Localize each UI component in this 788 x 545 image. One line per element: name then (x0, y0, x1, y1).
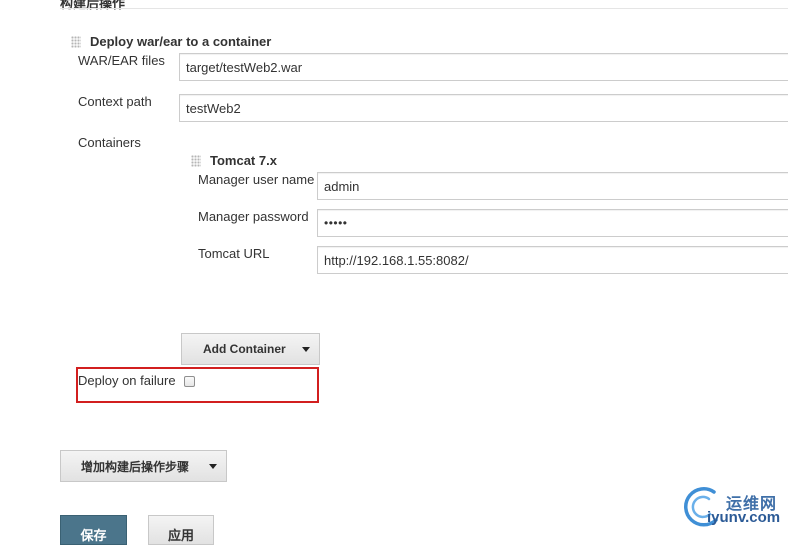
drag-handle-icon[interactable] (71, 36, 81, 48)
add-container-label: Add Container (203, 342, 286, 356)
containers-label: Containers (78, 135, 141, 150)
add-post-build-step-button[interactable]: 增加构建后操作步骤 (60, 450, 227, 482)
dropdown-arrow-icon[interactable] (200, 451, 226, 481)
context-path-label: Context path (78, 94, 152, 109)
context-path-input[interactable] (179, 94, 788, 122)
war-files-input[interactable] (179, 53, 788, 81)
watermark-url-text: iyunv.com (707, 509, 781, 526)
war-files-label: WAR/EAR files (78, 53, 165, 68)
add-container-button[interactable]: Add Container (181, 333, 320, 365)
drag-handle-icon[interactable] (191, 155, 201, 167)
add-post-build-step-label: 增加构建后操作步骤 (81, 459, 190, 474)
apply-button[interactable]: 应用 (148, 515, 214, 545)
section-title: 构建后操作 (60, 0, 126, 11)
save-button[interactable]: 保存 (60, 515, 127, 545)
tomcat-url-label: Tomcat URL (198, 246, 270, 261)
tomcat-block-title: Tomcat 7.x (210, 153, 277, 168)
deploy-block-title: Deploy war/ear to a container (90, 34, 272, 49)
deploy-on-failure-checkbox[interactable] (184, 376, 195, 387)
manager-user-label: Manager user name (198, 172, 315, 187)
tomcat-url-input[interactable] (317, 246, 788, 274)
manager-password-input[interactable]: ••••• (317, 209, 788, 237)
manager-user-input[interactable] (317, 172, 788, 200)
dropdown-arrow-icon[interactable] (293, 334, 319, 364)
manager-password-label: Manager password (198, 209, 309, 224)
section-divider (60, 8, 788, 9)
deploy-on-failure-label: Deploy on failure (78, 373, 176, 388)
